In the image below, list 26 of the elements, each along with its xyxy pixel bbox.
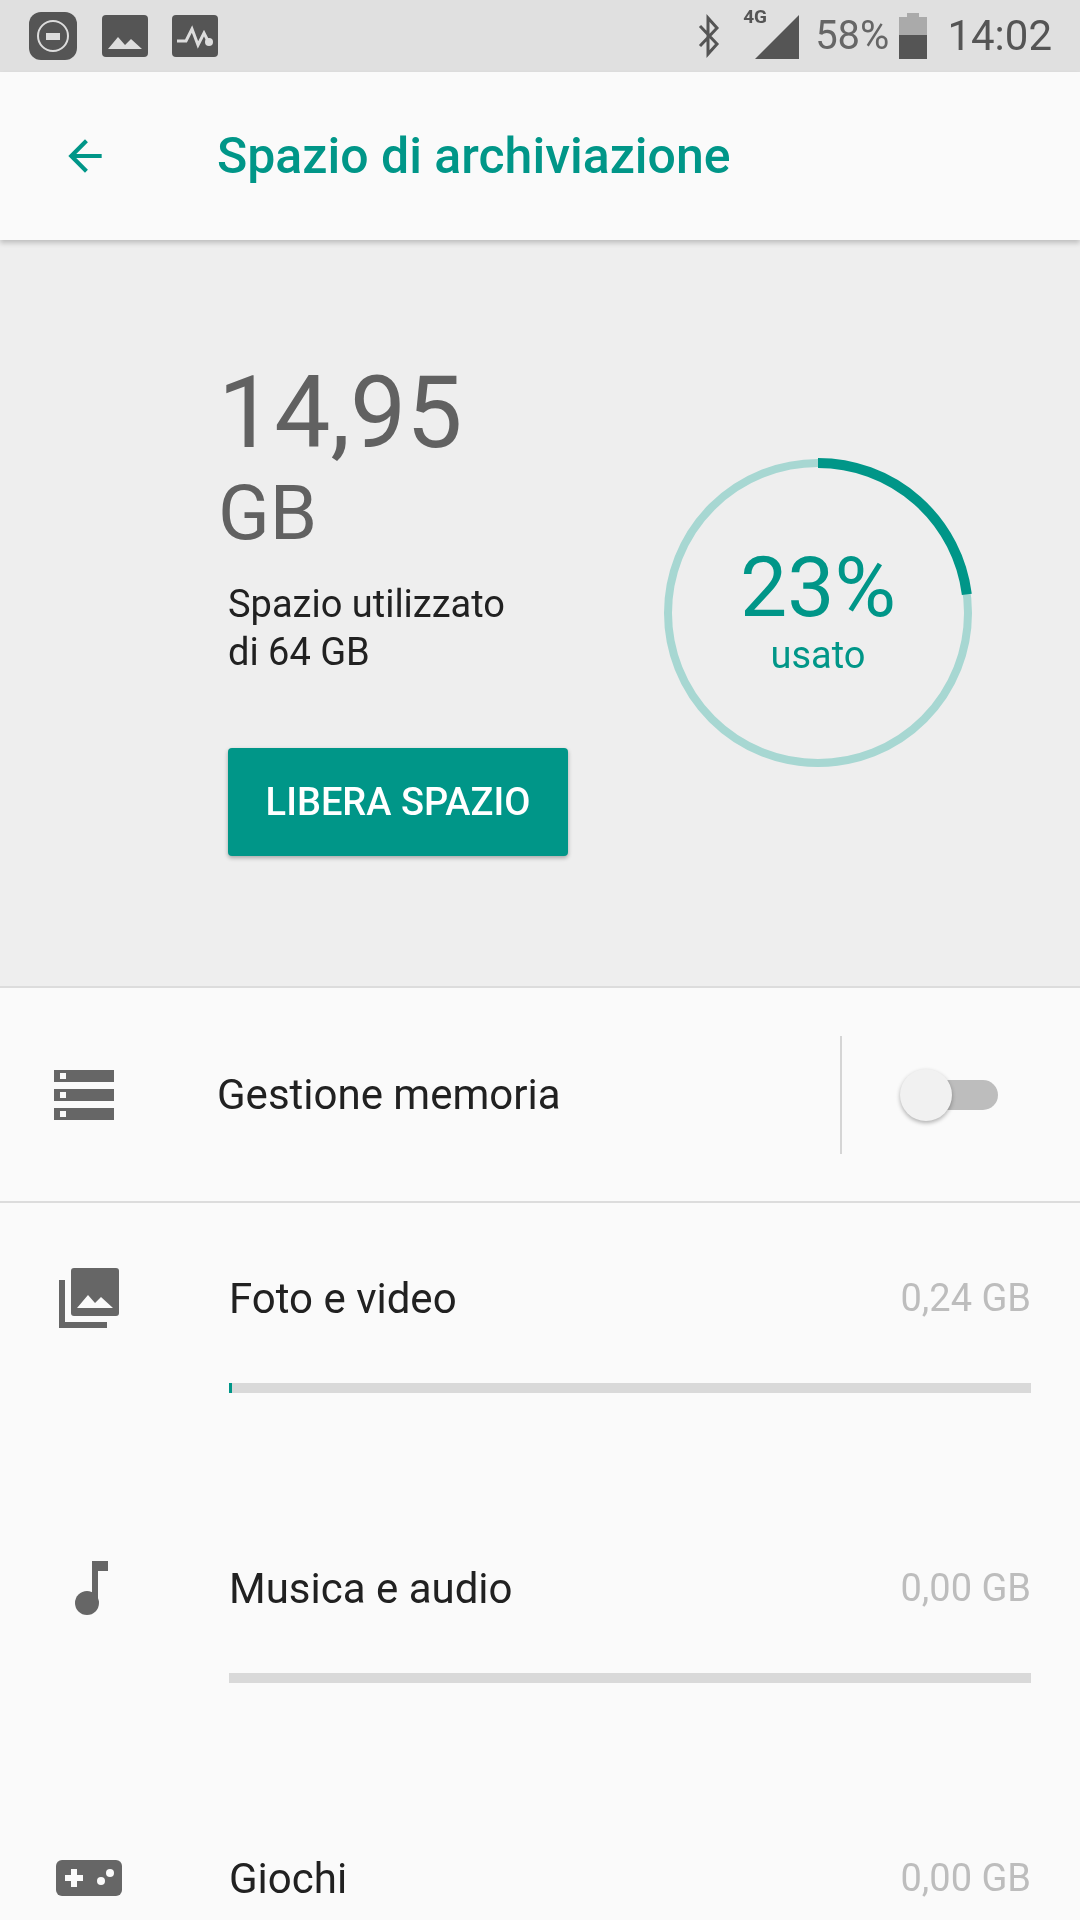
- battery-percentage: 58%: [815, 16, 890, 56]
- free-up-space-button[interactable]: LIBERA SPAZIO: [228, 748, 568, 856]
- category-label: Giochi: [229, 1852, 349, 1905]
- storage-manager-label: Gestione memoria: [217, 1069, 562, 1121]
- usage-percent-label: usato: [770, 633, 866, 677]
- network-type-label: 4G: [743, 7, 767, 26]
- battery-icon: [899, 13, 928, 59]
- used-amount: 14,95: [218, 358, 464, 468]
- photo-library-icon: [58, 1268, 119, 1328]
- activity-icon: [172, 15, 218, 57]
- category-size: 0,24 GB: [900, 1274, 1031, 1322]
- usage-caption: Spazio utilizzato di 64 GB: [228, 581, 506, 676]
- toggle-switch[interactable]: [900, 1068, 998, 1121]
- usage-percent: 23%: [740, 543, 896, 633]
- clock: 14:02: [947, 15, 1052, 57]
- used-unit: GB: [218, 468, 319, 558]
- image-icon: [102, 15, 148, 57]
- app-notification-icon: [28, 11, 78, 61]
- category-size: 0,00 GB: [900, 1854, 1031, 1902]
- category-size: 0,00 GB: [900, 1564, 1031, 1612]
- bluetooth-icon: [697, 14, 722, 58]
- category-label: Foto e video: [229, 1272, 458, 1325]
- screen-title: Spazio di archiviazione: [217, 125, 731, 187]
- list-icon: [54, 1069, 114, 1120]
- category-label: Musica e audio: [229, 1562, 514, 1615]
- gamepad-icon: [55, 1860, 122, 1896]
